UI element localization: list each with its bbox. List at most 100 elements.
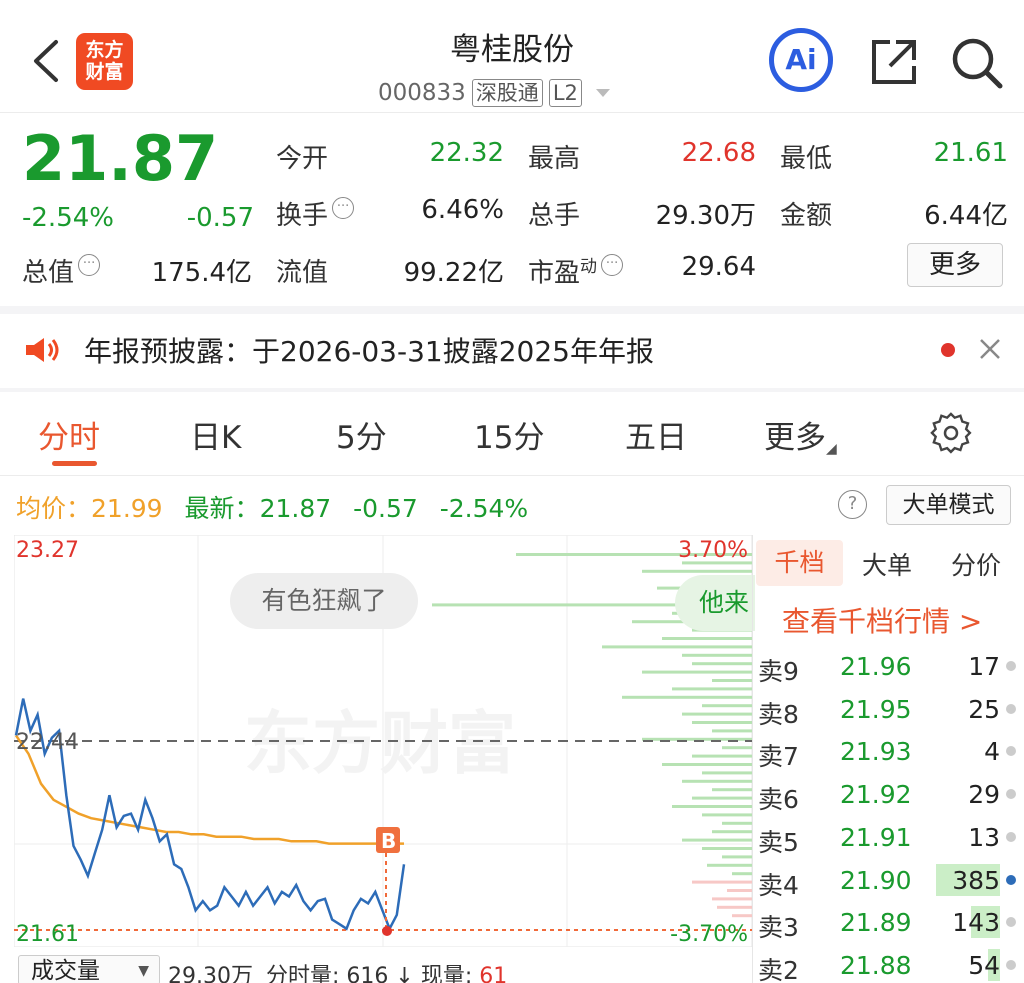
tab-15min[interactable]: 15分 xyxy=(474,412,544,457)
order-level-label: 卖7 xyxy=(758,742,799,771)
volume-profile-bar xyxy=(707,863,752,867)
current-volume: 61 xyxy=(479,964,508,983)
volume-profile-bar xyxy=(662,637,752,640)
order-row[interactable]: 卖2 21.88 54 xyxy=(758,943,1024,983)
order-level-label: 卖6 xyxy=(758,785,799,814)
volume-profile-bar xyxy=(662,763,752,766)
order-row[interactable]: 卖7 21.93 4 xyxy=(758,729,1024,771)
order-dot xyxy=(1006,960,1016,970)
corner-triangle-icon: ◢ xyxy=(826,441,837,457)
order-row[interactable]: 卖6 21.92 29 xyxy=(758,772,1024,814)
pe-value: 29.64 xyxy=(681,252,756,282)
open-label: 今开 xyxy=(276,144,329,174)
order-row[interactable]: 卖8 21.95 25 xyxy=(758,687,1024,729)
order-dot xyxy=(1006,875,1016,885)
order-volume: 17 xyxy=(968,652,1000,681)
volume-value: 29.30万 xyxy=(655,201,756,231)
order-dot xyxy=(1006,746,1016,756)
unread-dot xyxy=(941,343,955,357)
level2-tag: L2 xyxy=(548,79,582,107)
order-dot xyxy=(1006,661,1016,671)
volume-profile-bar xyxy=(672,805,752,808)
latest-change: -0.57 xyxy=(353,494,418,523)
turnover-label[interactable]: 换手 ··· xyxy=(276,195,355,232)
order-volume: 54 xyxy=(968,951,1000,980)
buy-marker-label: B xyxy=(381,829,396,853)
total-value: 175.4亿 xyxy=(151,258,252,288)
down-arrow-icon: ↓ xyxy=(395,964,414,983)
share-icon[interactable] xyxy=(868,36,920,88)
volume-profile-bar xyxy=(712,830,752,834)
info-icon[interactable]: ··· xyxy=(78,254,101,276)
connect-tag: 深股通 xyxy=(471,79,543,107)
info-icon[interactable]: ··· xyxy=(332,197,355,219)
volume-profile-bar xyxy=(727,889,752,892)
volume-profile-bar xyxy=(722,855,752,859)
close-icon[interactable] xyxy=(978,337,1002,361)
volume-profile-bar xyxy=(642,569,752,573)
volume-profile-bar xyxy=(732,914,752,918)
tab-price-distribution[interactable]: 分价 xyxy=(951,546,1001,582)
pct-axis-bottom: -3.70% xyxy=(670,922,748,947)
order-volume: 29 xyxy=(968,780,1000,809)
tab-more[interactable]: 更多◢ xyxy=(764,412,837,457)
dropdown-triangle-icon: ▼ xyxy=(138,963,149,979)
watermark: 东方财富 xyxy=(244,705,516,784)
volume-profile-bar xyxy=(702,704,752,708)
volume-profile-bar xyxy=(712,729,752,733)
price-summary-row: 均价：21.99 最新：21.87 -0.57 -2.54% xyxy=(16,489,528,525)
high-label: 最高 xyxy=(528,144,581,174)
tab-intraday[interactable]: 分时 xyxy=(38,412,100,457)
news-bubble-2[interactable]: 他来 xyxy=(675,575,755,631)
order-level-label: 卖9 xyxy=(758,657,799,686)
pe-label[interactable]: 市盈动 ··· xyxy=(528,252,624,290)
high-value: 22.68 xyxy=(681,138,756,168)
search-icon[interactable] xyxy=(950,36,1004,90)
volume-profile-bar xyxy=(672,687,752,691)
volume-profile-bar xyxy=(682,838,752,842)
order-volume: 25 xyxy=(968,695,1000,724)
order-row[interactable]: 卖9 21.96 17 xyxy=(758,644,1024,686)
stock-code-row[interactable]: 000833 深股通 L2 xyxy=(378,77,610,109)
ai-assistant-icon[interactable]: Ai xyxy=(769,28,833,92)
indicator-selector[interactable]: 成交量 ▼ xyxy=(18,955,160,983)
volume-profile-bar xyxy=(602,645,752,649)
open-value: 22.32 xyxy=(429,138,504,168)
order-dot xyxy=(1006,917,1016,927)
order-dot xyxy=(1006,832,1016,842)
volume-profile-bar xyxy=(682,779,752,783)
tab-big-orders[interactable]: 大单 xyxy=(862,546,912,582)
order-row[interactable]: 卖5 21.91 13 xyxy=(758,815,1024,857)
info-icon[interactable]: ··· xyxy=(601,254,624,276)
notice-text[interactable]: 年报预披露：于2026-03-31披露2025年年报 xyxy=(84,330,654,370)
volume-profile-bar xyxy=(692,880,752,884)
help-icon[interactable]: ? xyxy=(838,490,867,519)
big-order-mode-button[interactable]: 大单模式 xyxy=(886,485,1011,525)
current-volume-label: 现量: xyxy=(420,964,473,983)
more-button[interactable]: 更多 xyxy=(907,243,1003,287)
tab-5min[interactable]: 5分 xyxy=(336,412,387,457)
volume-info: 29.30万 分时量: 616 ↓ 现量: 61 xyxy=(168,958,507,983)
float-value-label: 流值 xyxy=(276,258,329,288)
order-row[interactable]: 卖3 21.89 143 xyxy=(758,900,1024,942)
tab-five-day[interactable]: 五日 xyxy=(625,412,687,457)
minute-volume-label: 分时量: xyxy=(265,964,340,983)
news-bubble[interactable]: 有色狂飙了 xyxy=(230,573,418,629)
tab-thousand-levels[interactable]: 千档 xyxy=(756,540,843,586)
turnover-value: 6.46% xyxy=(421,195,504,225)
tab-daily-k[interactable]: 日K xyxy=(190,412,241,457)
latest-change-pct: -2.54% xyxy=(439,494,529,523)
view-depth-link[interactable]: 查看千档行情 > xyxy=(782,600,982,640)
current-price: 21.87 xyxy=(22,122,219,195)
order-level-label: 卖4 xyxy=(758,871,799,900)
order-volume: 385 xyxy=(952,866,1000,895)
order-dot xyxy=(1006,704,1016,714)
volume-total: 29.30万 xyxy=(168,964,253,983)
amount-label: 金额 xyxy=(780,201,833,231)
volume-profile-bar xyxy=(717,905,752,909)
settings-gear-icon[interactable] xyxy=(930,412,972,454)
total-value-label[interactable]: 总值 ··· xyxy=(22,252,101,289)
header: 东方 财富 粤桂股份 000833 深股通 L2 Ai xyxy=(0,0,1024,113)
minute-volume: 616 xyxy=(346,964,389,983)
order-row[interactable]: 卖4 21.90 385 xyxy=(758,858,1024,900)
